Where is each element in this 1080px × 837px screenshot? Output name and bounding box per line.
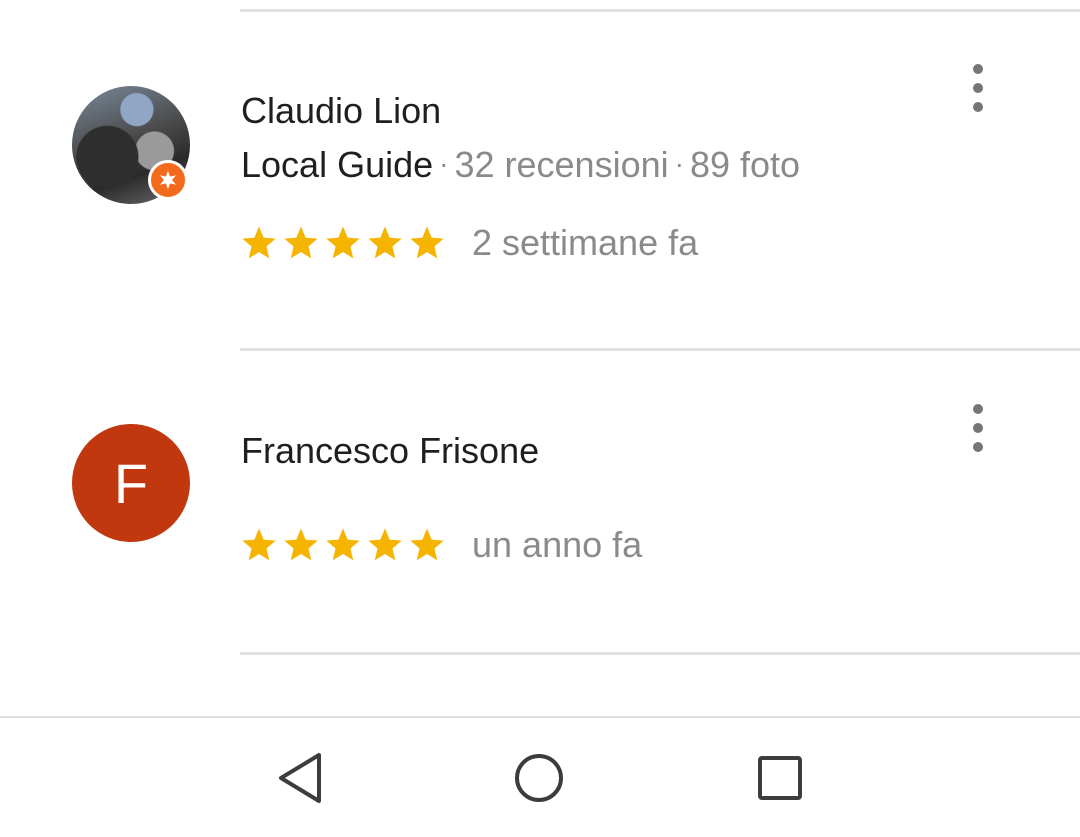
local-guide-badge-icon [148,160,188,200]
review-time: 2 settimane fa [472,222,699,263]
star-icon [368,528,402,561]
reviews-count: 32 recensioni [454,144,669,185]
reviewer-name[interactable]: Francesco Frisone [241,430,539,472]
avatar[interactable]: F [72,424,190,542]
divider [240,652,1080,655]
photos-count: 89 foto [689,144,801,185]
divider [240,348,1080,351]
avatar[interactable] [72,86,190,204]
avatar-letter: F [72,424,190,542]
rating-row: 2 settimane fa [240,222,698,264]
navigation-bar [0,716,1080,837]
reviewer-name[interactable]: Claudio Lion [241,90,441,132]
separator: · [439,148,449,179]
star-icon [326,528,360,561]
more-options-icon[interactable] [964,64,992,112]
back-icon[interactable] [270,748,330,808]
recents-icon[interactable] [750,748,810,808]
more-options-icon[interactable] [964,404,992,452]
star-rating [240,526,446,564]
star-icon [242,226,276,259]
star-rating [240,224,446,262]
review-time: un anno fa [472,524,643,565]
home-icon[interactable] [509,748,569,808]
star-icon [284,528,318,561]
star-icon [284,226,318,259]
rating-row: un anno fa [240,524,642,566]
star-icon [242,528,276,561]
star-icon [368,226,402,259]
divider [240,9,1080,12]
star-icon [410,226,444,259]
local-guide-label: Local Guide [241,144,434,185]
separator: · [674,148,684,179]
reviewer-meta: Local Guide · 32 recensioni · 89 foto [241,144,800,186]
star-icon [410,528,444,561]
star-icon [326,226,360,259]
